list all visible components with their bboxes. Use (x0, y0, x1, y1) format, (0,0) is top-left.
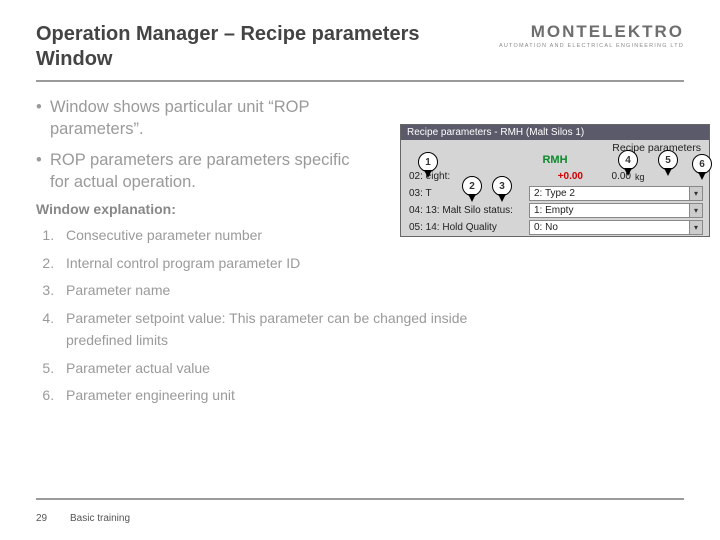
page-number: 29 (36, 513, 54, 524)
divider-top (36, 80, 684, 82)
row-dropdown[interactable]: 2: Type 2 ▾ (529, 186, 703, 201)
dropdown-value: 1: Empty (534, 205, 573, 216)
bullet-list: Window shows particular unit “ROP parame… (36, 96, 366, 193)
table-row: 04: 13: Malt Silo status: 1: Empty ▾ (401, 202, 709, 219)
table-row: 03: T 2: Type 2 ▾ (401, 185, 709, 202)
row-unit: kg (631, 172, 655, 182)
row-dropdown[interactable]: 0: No ▾ (529, 220, 703, 235)
callout-1: 1 (418, 152, 438, 172)
logo-subtext: AUTOMATION AND ELECTRICAL ENGINEERING LT… (499, 43, 684, 49)
callout-3: 3 (492, 176, 512, 196)
dropdown-value: 0: No (534, 222, 558, 233)
recipe-panel: Recipe parameters - RMH (Malt Silos 1) R… (400, 124, 710, 237)
callout-6: 6 (692, 154, 712, 174)
row-dropdown[interactable]: 1: Empty ▾ (529, 203, 703, 218)
list-item: Parameter name (58, 280, 476, 302)
row-setpoint[interactable]: +0.00 (529, 171, 589, 182)
table-row: 02: eight: +0.00 0.00 kg (401, 168, 709, 185)
panel-wrap: Recipe parameters - RMH (Malt Silos 1) R… (400, 124, 710, 237)
slide: Operation Manager – Recipe parameters Wi… (0, 0, 720, 540)
dropdown-value: 2: Type 2 (534, 188, 575, 199)
callout-2: 2 (462, 176, 482, 196)
table-row: 05: 14: Hold Quality 0: No ▾ (401, 219, 709, 236)
panel-rows: 02: eight: +0.00 0.00 kg 03: T 2: Type 2… (401, 168, 709, 236)
bullet-item: ROP parameters are parameters specific f… (36, 149, 366, 194)
list-item: Internal control program parameter ID (58, 253, 476, 275)
chevron-down-icon: ▾ (689, 204, 702, 217)
explanation-list: Consecutive parameter number Internal co… (36, 225, 476, 407)
footer-label: Basic training (70, 513, 130, 524)
row-label: 05: 14: Hold Quality (401, 222, 529, 233)
list-item: Parameter actual value (58, 358, 476, 380)
panel-titlebar: Recipe parameters - RMH (Malt Silos 1) (401, 125, 709, 140)
list-item: Parameter engineering unit (58, 385, 476, 407)
logo-text: MONTELEKTRO (499, 22, 684, 42)
bullet-item: Window shows particular unit “ROP parame… (36, 96, 366, 141)
row-label: 04: 13: Malt Silo status: (401, 205, 529, 216)
chevron-down-icon: ▾ (689, 221, 702, 234)
chevron-down-icon: ▾ (689, 187, 702, 200)
callout-4: 4 (618, 150, 638, 170)
callout-5: 5 (658, 150, 678, 170)
divider-bottom (36, 498, 684, 500)
page-title: Operation Manager – Recipe parameters Wi… (36, 22, 466, 72)
logo: MONTELEKTRO AUTOMATION AND ELECTRICAL EN… (499, 22, 684, 49)
list-item: Parameter setpoint value: This parameter… (58, 308, 476, 351)
footer: 29 Basic training (36, 513, 130, 524)
